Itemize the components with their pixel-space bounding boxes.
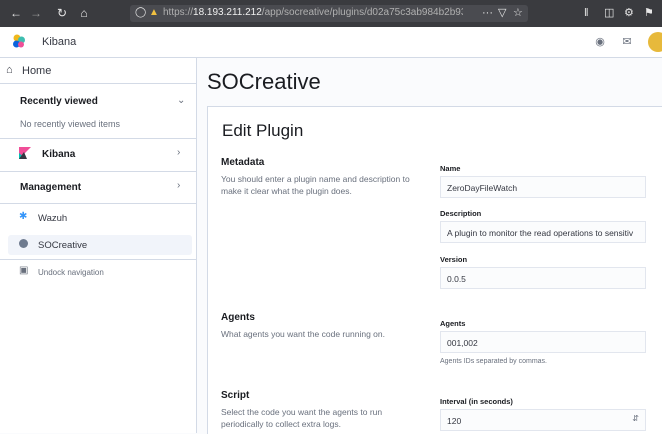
url-bar[interactable]: ◯ ▲ https://18.193.211.212/app/socreativ…	[130, 5, 528, 22]
edit-plugin-panel: Edit Plugin Metadata You should enter a …	[207, 106, 662, 434]
sidebar-item-label: Wazuh	[38, 213, 68, 224]
script-title: Script	[221, 390, 250, 401]
addon-icon[interactable]: ⚑	[644, 5, 654, 21]
agents-title: Agents	[221, 312, 255, 323]
sidebar-item-label: SOCreative	[38, 240, 88, 251]
chevron-right-icon[interactable]: ›	[177, 180, 180, 191]
forward-arrow-icon[interactable]: →	[28, 5, 44, 21]
wazuh-logo-icon: ✱	[19, 211, 28, 222]
library-icon[interactable]: ‖	[584, 5, 589, 21]
kibana-logo-icon	[19, 147, 31, 159]
breadcrumb[interactable]: Kibana	[42, 36, 76, 48]
version-label: Version	[440, 255, 468, 264]
metadata-description: You should enter a plugin name and descr…	[221, 174, 410, 196]
name-label: Name	[440, 164, 461, 173]
panel-title: Edit Plugin	[222, 121, 304, 140]
sidebar-item-socreative[interactable]	[8, 235, 192, 255]
divider	[0, 171, 196, 172]
lock-icon: ▣	[19, 265, 29, 276]
metadata-title: Metadata	[221, 157, 265, 168]
url-host: 18.193.211.212	[193, 7, 262, 18]
avatar[interactable]	[648, 32, 662, 52]
name-field[interactable]: ZeroDayFileWatch	[440, 176, 646, 198]
pocket-icon[interactable]: ▽	[498, 5, 506, 21]
url-text[interactable]: https://18.193.211.212/app/socreative/pl…	[163, 7, 463, 18]
agents-description: What agents you want the code running on…	[221, 329, 385, 339]
socreative-logo-icon	[19, 239, 28, 248]
home-icon[interactable]: ⌂	[76, 5, 92, 21]
recently-viewed-title: Recently viewed	[20, 96, 98, 107]
script-description: Select the code you want the agents to r…	[221, 407, 383, 429]
divider	[0, 83, 196, 84]
no-recent-items-text: No recently viewed items	[20, 119, 121, 129]
divider	[0, 138, 196, 139]
url-prefix: https://	[163, 7, 194, 18]
elastic-logo-icon[interactable]	[12, 34, 26, 48]
side-navigation: ⌂ Home Recently viewed ⌄ No recently vie…	[0, 58, 197, 433]
newsfeed-icon[interactable]: ✉	[619, 34, 635, 50]
sidebar-item-home[interactable]: ⌂ Home	[0, 60, 196, 82]
agents-field[interactable]: 001,002	[440, 331, 646, 353]
page-actions-icon[interactable]: ···	[482, 5, 493, 21]
agents-label: Agents	[440, 319, 466, 328]
chevron-right-icon[interactable]: ›	[177, 147, 180, 158]
interval-field[interactable]: 120 ⇵	[440, 409, 646, 431]
agents-help-text: Agents IDs separated by commas.	[440, 358, 547, 365]
undock-label: Undock navigation	[38, 268, 104, 277]
page-title: SOCreative	[207, 69, 321, 94]
sidebar-group-label: Management	[20, 182, 82, 193]
reload-icon[interactable]: ↻	[54, 5, 70, 21]
description-label: Description	[440, 209, 482, 218]
home-outline-icon: ⌂	[6, 64, 13, 76]
help-icon[interactable]: ◉	[592, 34, 608, 50]
shield-icon[interactable]: ◯	[135, 5, 146, 21]
divider	[0, 203, 196, 204]
chevron-down-icon[interactable]: ⌄	[177, 95, 185, 106]
sidebar-icon[interactable]: ◫	[604, 5, 614, 21]
extension-icon[interactable]: ⚙	[624, 5, 634, 21]
description-field[interactable]: A plugin to monitor the read operations …	[440, 221, 646, 243]
divider	[0, 259, 196, 260]
sidebar-group-label: Kibana	[42, 149, 76, 160]
back-arrow-icon[interactable]: ←	[8, 5, 24, 21]
interval-value: 120	[447, 416, 462, 426]
version-field[interactable]: 0.0.5	[440, 267, 646, 289]
url-path: /app/socreative/plugins/d02a75c3ab984b2b…	[261, 7, 463, 18]
sidebar-item-label: Home	[22, 65, 52, 77]
browser-toolbar: ← → ↻ ⌂ ◯ ▲ https://18.193.211.212/app/s…	[0, 0, 662, 27]
interval-label: Interval (in seconds)	[440, 397, 513, 406]
bookmark-star-icon[interactable]: ☆	[513, 5, 523, 21]
kibana-header: Kibana ◉ ✉	[0, 27, 662, 58]
lock-warning-icon[interactable]: ▲	[149, 5, 159, 21]
number-stepper-icon[interactable]: ⇵	[632, 414, 639, 423]
